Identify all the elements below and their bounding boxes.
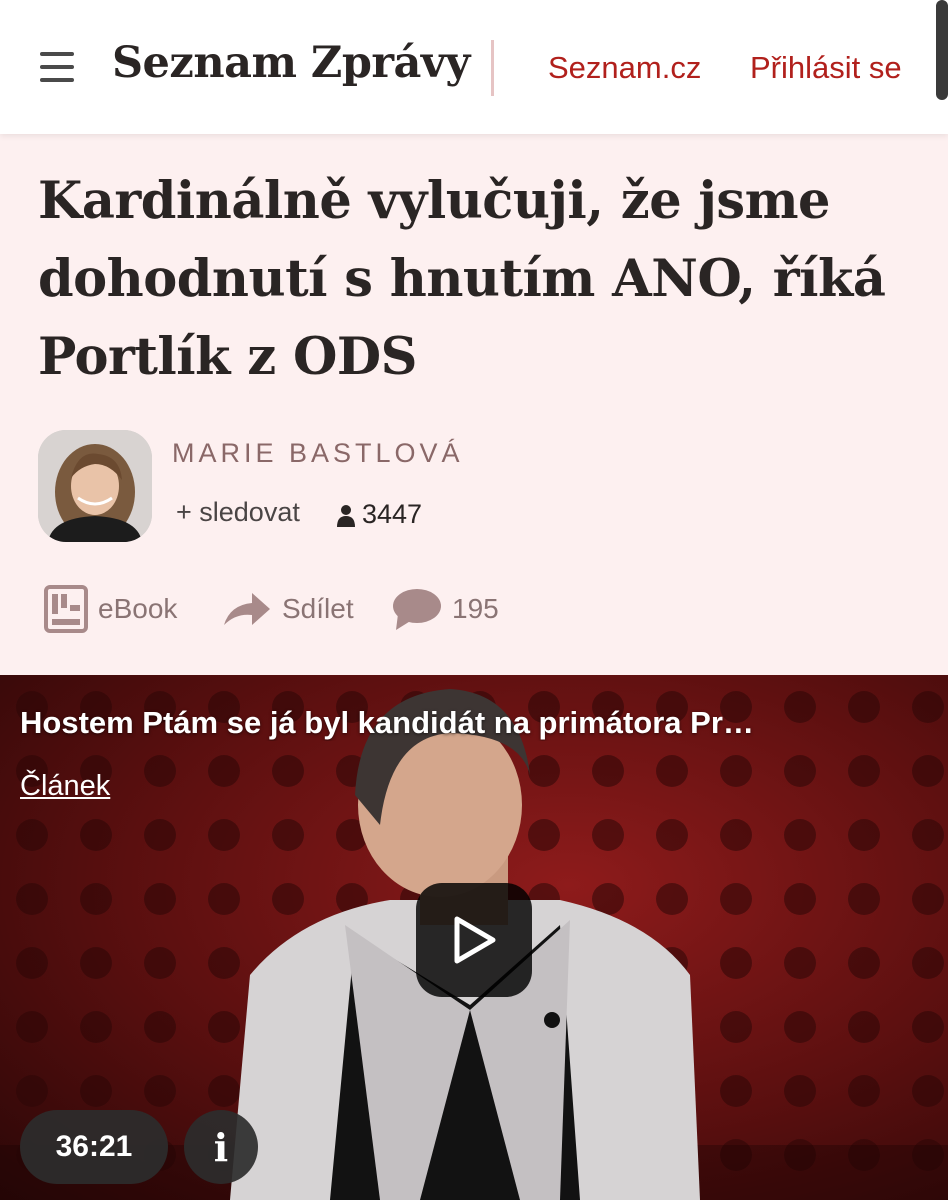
share-button[interactable]: Sdílet [222,585,354,633]
comment-bubble-icon [393,589,441,630]
seznam-link[interactable]: Seznam.cz [548,50,701,86]
video-duration: 36:21 [20,1110,168,1184]
author-avatar[interactable] [38,430,152,542]
brand-logo[interactable]: Seznam Zprávy [112,38,470,88]
person-icon [337,504,355,527]
top-header: Seznam Zprávy Seznam.cz Přihlásit se [0,0,948,134]
play-icon [454,916,496,964]
followers-count: 3447 [336,499,422,530]
author-name[interactable]: MARIE BASTLOVÁ [172,438,464,469]
article-tag-link[interactable]: Článek [20,770,110,803]
followers-value: 3447 [362,499,423,529]
video-player[interactable]: Hostem Ptám se já byl kandidát na primát… [0,675,948,1200]
login-link[interactable]: Přihlásit se [750,50,902,86]
article-title: Kardinálně vylučuji, že jsme dohodnutí s… [38,171,886,387]
scrollbar[interactable] [936,0,948,100]
ebook-button[interactable]: eBook [44,585,177,633]
menu-icon[interactable] [40,52,74,82]
share-arrow-icon [224,593,270,625]
ebook-label: eBook [98,593,178,624]
video-title[interactable]: Hostem Ptám se já byl kandidát na primát… [20,705,920,741]
play-button[interactable] [416,883,532,997]
share-label: Sdílet [282,593,354,624]
follow-button[interactable]: + sledovat [176,497,300,528]
comments-count: 195 [452,593,499,624]
ebook-icon [44,585,88,633]
comments-button[interactable]: 195 [390,585,499,633]
info-icon[interactable]: i [184,1110,258,1184]
brand-divider [491,40,494,96]
